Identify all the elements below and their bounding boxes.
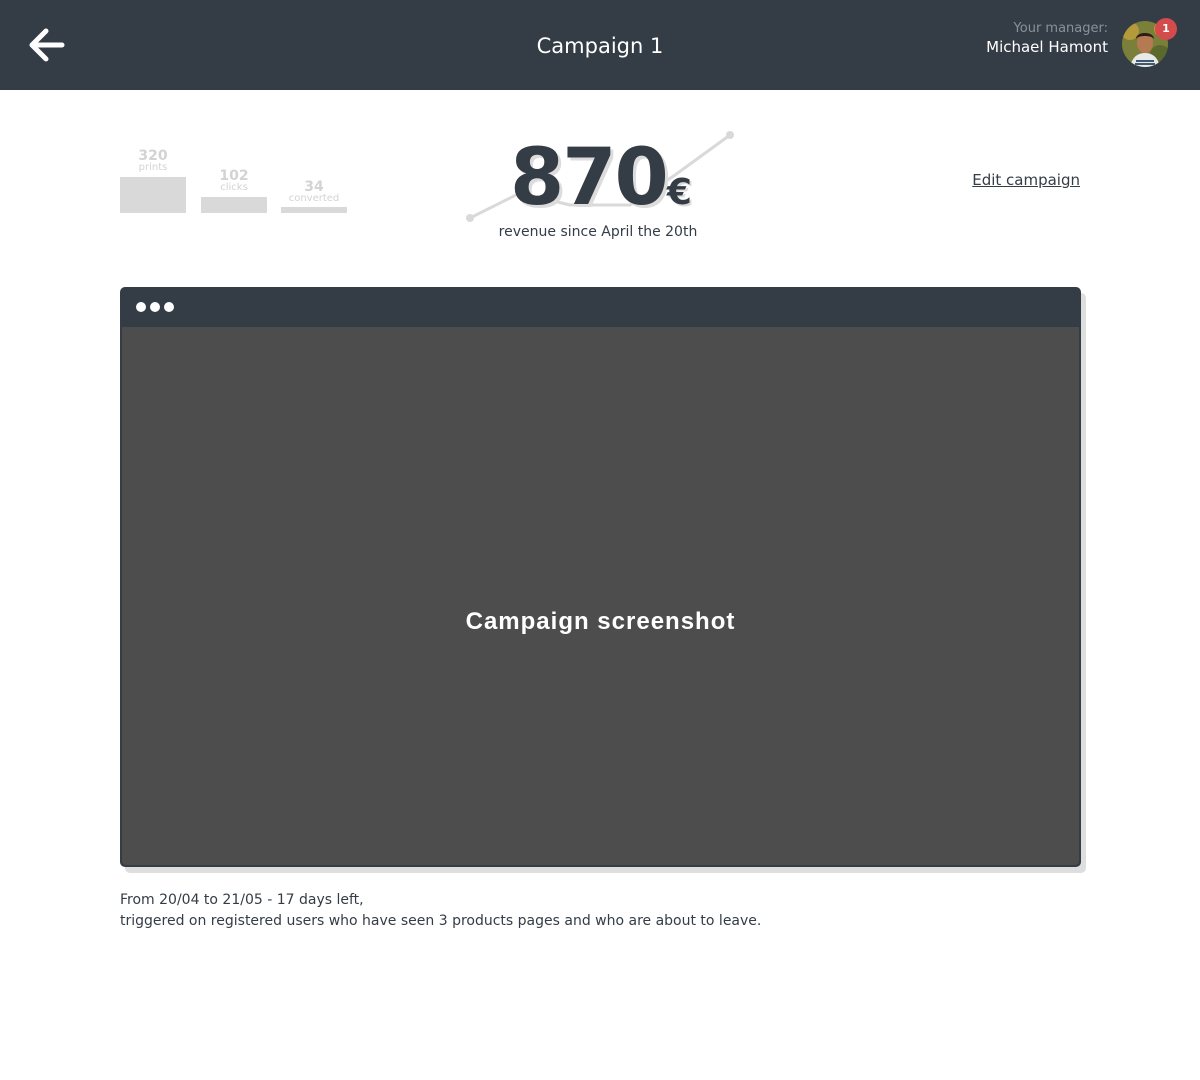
clicks-bar [201, 197, 267, 213]
campaign-trigger: triggered on registered users who have s… [120, 913, 762, 929]
converted-value: 34 [304, 179, 324, 195]
manager-name: Michael Hamont [986, 38, 1108, 56]
revenue-caption: revenue since April the 20th [498, 224, 698, 240]
notification-badge[interactable]: 1 [1155, 18, 1177, 40]
manager-info: Your manager: Michael Hamont [986, 20, 1108, 57]
campaign-dates: From 20/04 to 21/05 - 17 days left, [120, 892, 364, 908]
converted-bar [281, 207, 347, 213]
edit-campaign-link[interactable]: Edit campaign [972, 171, 1080, 189]
campaign-description: From 20/04 to 21/05 - 17 days left, trig… [120, 890, 1020, 932]
top-header: Campaign 1 Your manager: Michael Hamont [0, 0, 1200, 90]
converted-label: converted [288, 193, 340, 204]
prints-label: prints [138, 162, 168, 173]
revenue-currency: € [666, 172, 692, 213]
manager-label: Your manager: [1013, 21, 1108, 36]
campaign-screenshot: Campaign screenshot [122, 327, 1079, 865]
clicks-label: clicks [220, 182, 248, 193]
screenshot-label: Campaign screenshot [465, 608, 736, 635]
prints-bar [120, 177, 186, 213]
prints-value: 320 [138, 148, 168, 164]
clicks-value: 102 [219, 168, 249, 184]
revenue-value: 870 [510, 133, 669, 223]
campaign-preview-window: Campaign screenshot [120, 287, 1081, 867]
window-titlebar [120, 287, 1081, 327]
revenue-total: 870€ [510, 136, 692, 220]
